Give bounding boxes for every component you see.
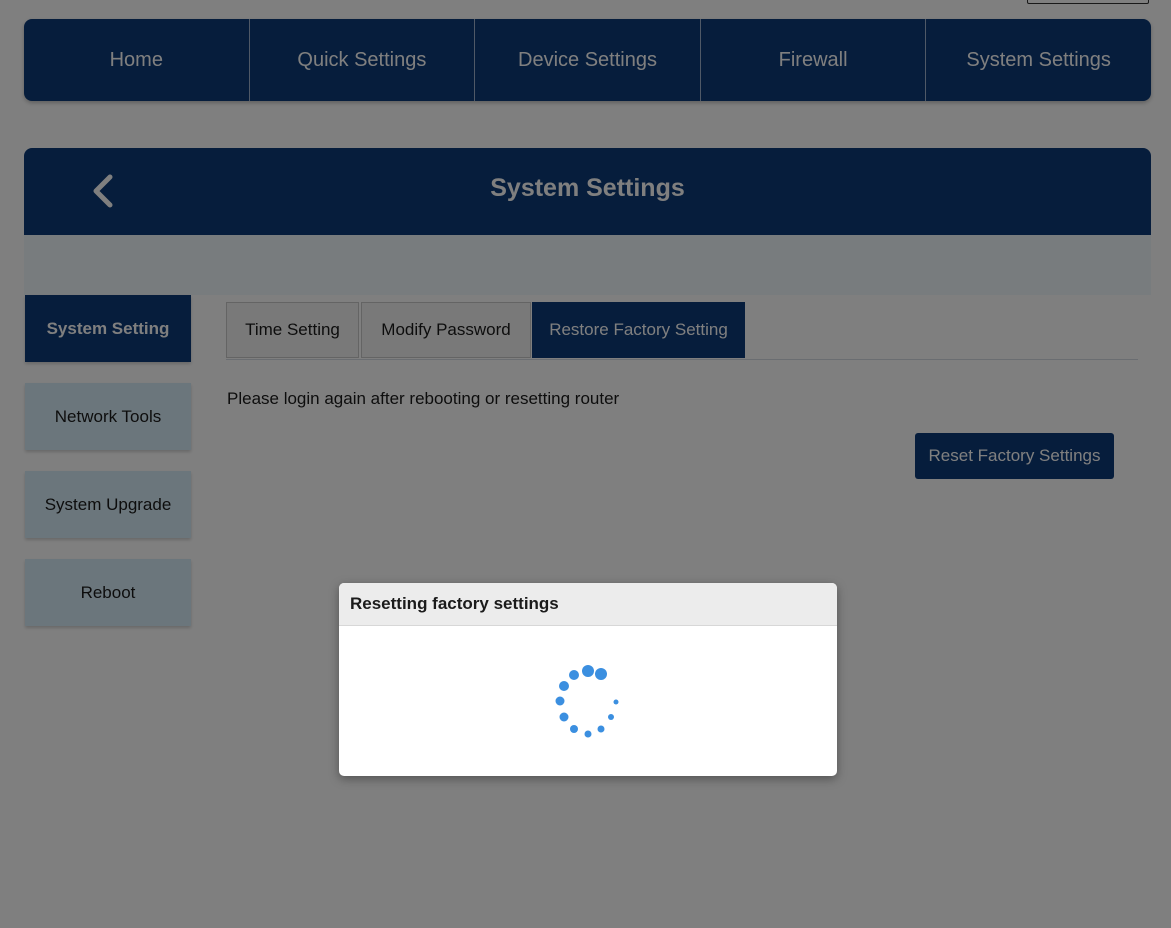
resetting-dialog: Resetting factory settings bbox=[339, 583, 837, 776]
dialog-title: Resetting factory settings bbox=[339, 583, 837, 626]
loading-spinner-icon bbox=[555, 665, 619, 738]
router-admin-page: Home Quick Settings Device Settings Fire… bbox=[0, 0, 1171, 928]
modal-overlay bbox=[0, 0, 1171, 928]
